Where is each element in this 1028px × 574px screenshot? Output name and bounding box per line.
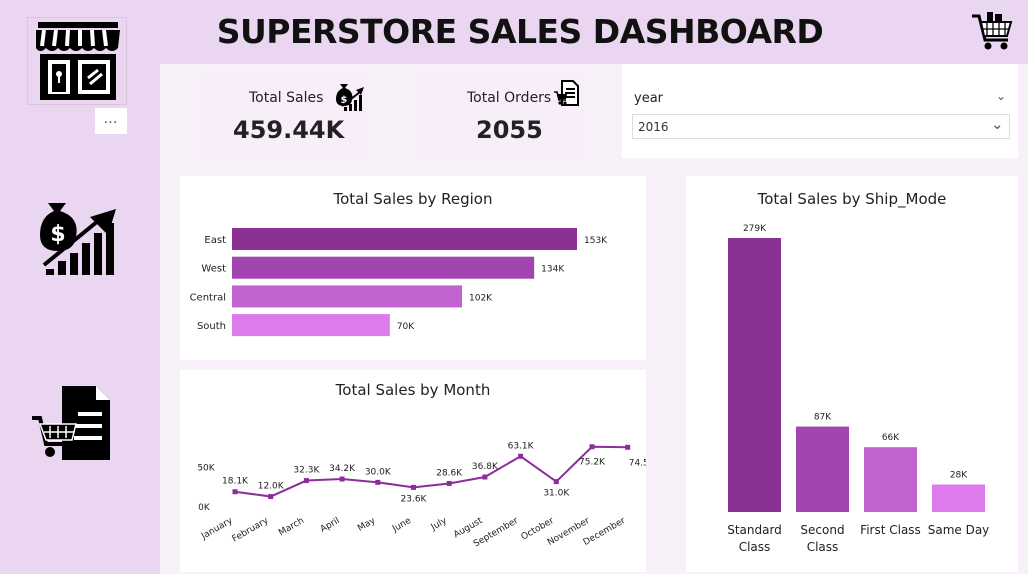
dropdown-chevron-icon[interactable]: ⌄: [991, 115, 1004, 133]
region-bar: [232, 256, 535, 279]
month-point: [232, 489, 238, 495]
year-dropdown[interactable]: 2016: [632, 114, 1010, 139]
ship-mode-category-label: First Class: [860, 523, 921, 537]
month-x-tick-label: April: [319, 516, 342, 535]
region-data-label: 70K: [397, 322, 415, 332]
month-data-label: 74.5K: [629, 458, 646, 468]
kpi-total-sales-label: Total Sales: [249, 90, 324, 106]
month-point: [625, 444, 631, 450]
region-data-label: 102K: [469, 293, 493, 303]
kpi-total-sales-value: 459.44K: [233, 116, 345, 144]
year-slicer: year ⌄ 2016 ⌄: [622, 64, 1018, 158]
month-x-tick-label: March: [277, 516, 306, 538]
kpi-total-orders-label: Total Orders: [467, 90, 552, 106]
year-slicer-title: year: [634, 91, 664, 106]
kpi-total-orders-card: Total Orders 2055: [416, 74, 586, 162]
ship-mode-bar: [932, 484, 985, 512]
month-data-label: 32.3K: [293, 466, 320, 476]
month-data-label: 31.0K: [543, 489, 570, 499]
sales-by-ship-mode-chart: Total Sales by Ship_Mode 279K Standard Cla…: [686, 176, 1018, 572]
nav-orders-button[interactable]: [32, 384, 114, 464]
month-point: [411, 484, 416, 490]
region-bar: [232, 228, 577, 250]
svg-text:$: $: [50, 222, 65, 247]
month-chart-plot: 0K 50K 18.1K January 12.0K February 32.3K March…: [197, 441, 646, 549]
more-options-button[interactable]: …: [95, 108, 127, 134]
sales-by-region-chart: Total Sales by Region East 153K West 134K Ce…: [180, 176, 646, 360]
month-point: [303, 478, 309, 484]
ship-mode-data-label: 279K: [743, 224, 767, 234]
region-category-label: Central: [190, 292, 226, 303]
kpi-total-sales-card: Total Sales 459.44K $: [200, 74, 368, 162]
region-category-label: West: [201, 264, 226, 275]
chevron-down-icon[interactable]: ⌄: [996, 89, 1006, 103]
month-data-label: 63.1K: [508, 441, 535, 451]
month-y-tick-label: 0K: [198, 503, 211, 513]
month-y-tick-label: 50K: [197, 464, 215, 474]
month-point: [518, 453, 524, 459]
money-growth-icon: $: [336, 84, 364, 111]
month-data-label: 28.6K: [436, 468, 463, 478]
store-icon: [36, 22, 120, 100]
month-point: [446, 480, 452, 486]
month-data-label: 12.0K: [258, 482, 285, 492]
month-point: [375, 479, 381, 485]
month-data-label: 23.6K: [401, 494, 428, 504]
ship-mode-category-label: Class: [739, 540, 771, 554]
region-category-label: South: [197, 321, 226, 332]
ship-mode-bar: [728, 238, 781, 512]
ship-mode-data-label: 28K: [950, 471, 968, 481]
region-data-label: 134K: [541, 265, 565, 275]
month-point: [589, 444, 595, 450]
month-x-tick-label: January: [199, 516, 235, 543]
page-title: SUPERSTORE SALES DASHBOARD: [216, 12, 824, 51]
month-point: [339, 476, 345, 482]
sales-by-month-chart: Total Sales by Month 0K 50K 18.1K January 12…: [180, 370, 646, 572]
ship-mode-category-label: Class: [807, 540, 839, 554]
ship-mode-data-label: 87K: [814, 413, 832, 423]
ship-mode-category-label: Standard: [727, 523, 782, 537]
month-data-label: 34.2K: [329, 464, 356, 474]
region-chart-plot: East 153K West 134K Central 102K South 70K: [190, 228, 608, 337]
month-point: [482, 474, 488, 480]
region-data-label: 153K: [584, 236, 608, 246]
month-data-label: 30.0K: [365, 467, 392, 477]
region-bar: [232, 285, 462, 308]
ship-mode-bar: [864, 447, 917, 512]
month-data-label: 75.2K: [579, 458, 606, 468]
year-dropdown-value: 2016: [638, 120, 669, 134]
month-point: [268, 494, 274, 500]
kpi-total-orders-value: 2055: [476, 116, 543, 144]
ship-mode-category-label: Second: [800, 523, 844, 537]
ship-mode-bar: [796, 426, 849, 512]
month-x-tick-label: June: [390, 516, 413, 535]
logo[interactable]: [27, 17, 127, 105]
more-options-icon: …: [103, 111, 119, 127]
ship-mode-chart-plot: 279K Standard Class 87K Second Class 66K First …: [727, 224, 990, 554]
nav-sales-button[interactable]: $: [38, 195, 118, 277]
order-list-icon: [554, 80, 579, 106]
month-data-label: 36.8K: [472, 462, 499, 472]
ship-mode-category-label: Same Day: [928, 523, 990, 537]
ship-mode-data-label: 66K: [882, 433, 900, 443]
month-x-tick-label: May: [356, 516, 378, 534]
region-category-label: East: [204, 235, 226, 246]
month-x-tick-label: July: [429, 516, 449, 534]
month-x-tick-label: February: [231, 516, 271, 545]
month-data-label: 18.1K: [222, 477, 249, 487]
region-bar: [232, 314, 390, 337]
month-point: [553, 479, 559, 485]
shopping-cart-icon: [972, 12, 1013, 50]
